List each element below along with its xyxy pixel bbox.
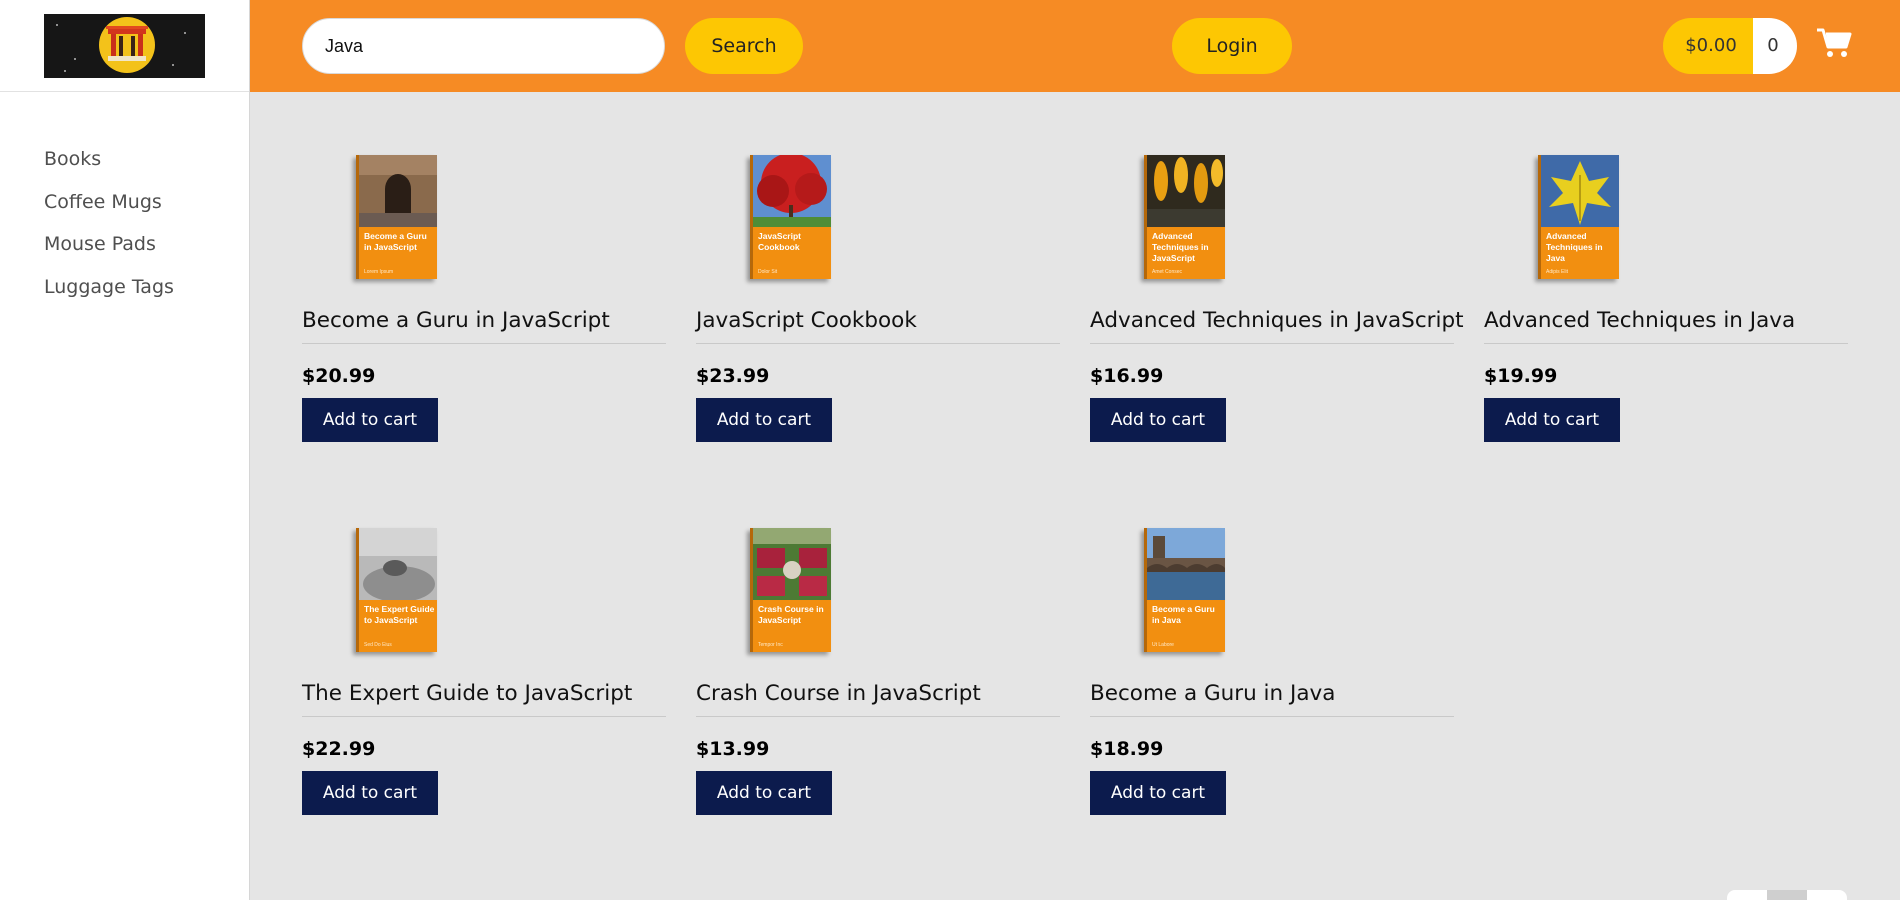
- product-price: $18.99: [1090, 738, 1164, 760]
- shopping-cart-icon[interactable]: [1816, 27, 1852, 59]
- logo-area: [0, 0, 249, 92]
- add-to-cart-button[interactable]: Add to cart: [302, 771, 438, 815]
- add-to-cart-button[interactable]: Add to cart: [1090, 398, 1226, 442]
- product-price: $23.99: [696, 365, 770, 387]
- search-input[interactable]: [302, 18, 665, 74]
- star-decoration: [172, 64, 174, 66]
- cover-author: Lorem Ipsum: [364, 269, 394, 275]
- cover-author: Adipis Elit: [1546, 269, 1568, 275]
- cover-author: Sed Do Eius: [364, 642, 392, 648]
- add-to-cart-button[interactable]: Add to cart: [1484, 398, 1620, 442]
- cover-photo-stone-statue: [359, 528, 437, 600]
- product-title[interactable]: JavaScript Cookbook: [696, 308, 1060, 344]
- product-price: $22.99: [302, 738, 376, 760]
- cover-photo-maple-leaf: [1541, 155, 1619, 227]
- cover-photo-red-tree: [753, 155, 831, 227]
- book-cover[interactable]: Advanced Techniques in JavaScript Amet C…: [1144, 155, 1225, 279]
- cover-photo-garden: [753, 528, 831, 600]
- add-to-cart-button[interactable]: Add to cart: [696, 398, 832, 442]
- cover-title: Advanced Techniques in Java: [1546, 231, 1603, 263]
- product-title[interactable]: Become a Guru in Java: [1090, 681, 1454, 717]
- book-cover[interactable]: JavaScript Cookbook Dolor Sit: [750, 155, 831, 279]
- logo-gate-icon: [106, 26, 148, 61]
- product-title[interactable]: Crash Course in JavaScript: [696, 681, 1060, 717]
- book-cover[interactable]: Crash Course in JavaScript Tempor Inc: [750, 528, 831, 652]
- product-title[interactable]: Advanced Techniques in JavaScript: [1090, 308, 1464, 344]
- cover-title: Become a Guru in JavaScript: [364, 231, 427, 252]
- search-button[interactable]: Search: [685, 18, 803, 74]
- product-title[interactable]: Become a Guru in JavaScript: [302, 308, 666, 344]
- cart-count: 0: [1753, 18, 1797, 74]
- star-decoration: [184, 32, 186, 34]
- cover-title: Become a Guru in Java: [1152, 604, 1215, 625]
- nav-item-mouse-pads[interactable]: Mouse Pads: [44, 230, 174, 273]
- login-button[interactable]: Login: [1172, 18, 1292, 74]
- star-decoration: [64, 70, 66, 72]
- nav-item-coffee-mugs[interactable]: Coffee Mugs: [44, 188, 174, 231]
- cart-summary[interactable]: $0.00 0: [1663, 18, 1797, 74]
- add-to-cart-button[interactable]: Add to cart: [1090, 771, 1226, 815]
- star-decoration: [56, 24, 58, 26]
- pagination-current-page[interactable]: [1767, 890, 1807, 900]
- cover-title: Crash Course in JavaScript: [758, 604, 824, 625]
- cover-title: Advanced Techniques in JavaScript: [1152, 231, 1209, 263]
- cover-photo-yellow-flowers: [1147, 155, 1225, 227]
- add-to-cart-button[interactable]: Add to cart: [696, 771, 832, 815]
- cart-total: $0.00: [1663, 18, 1753, 74]
- product-price: $13.99: [696, 738, 770, 760]
- category-nav: Books Coffee Mugs Mouse Pads Luggage Tag…: [44, 145, 174, 315]
- book-cover[interactable]: Become a Guru in Java Ut Labore: [1144, 528, 1225, 652]
- cover-photo-doorway: [359, 155, 437, 227]
- nav-item-books[interactable]: Books: [44, 145, 174, 188]
- product-price: $16.99: [1090, 365, 1164, 387]
- product-title[interactable]: Advanced Techniques in Java: [1484, 308, 1848, 344]
- cover-author: Tempor Inc: [758, 642, 783, 648]
- sidebar: Books Coffee Mugs Mouse Pads Luggage Tag…: [0, 0, 250, 900]
- cover-title: JavaScript Cookbook: [758, 231, 801, 252]
- book-cover[interactable]: Advanced Techniques in Java Adipis Elit: [1538, 155, 1619, 279]
- site-logo[interactable]: [44, 14, 205, 78]
- cover-title: The Expert Guide to JavaScript: [364, 604, 435, 625]
- product-title[interactable]: The Expert Guide to JavaScript: [302, 681, 666, 717]
- product-price: $19.99: [1484, 365, 1558, 387]
- cover-author: Amet Consec: [1152, 269, 1183, 275]
- nav-item-luggage-tags[interactable]: Luggage Tags: [44, 273, 174, 316]
- star-decoration: [74, 58, 76, 60]
- top-header: Search Login $0.00 0: [250, 0, 1900, 92]
- product-price: $20.99: [302, 365, 376, 387]
- book-cover[interactable]: The Expert Guide to JavaScript Sed Do Ei…: [356, 528, 437, 652]
- cover-author: Dolor Sit: [758, 269, 778, 275]
- cover-photo-bridge: [1147, 528, 1225, 600]
- book-cover[interactable]: Become a Guru in JavaScript Lorem Ipsum: [356, 155, 437, 279]
- cover-author: Ut Labore: [1152, 642, 1174, 648]
- add-to-cart-button[interactable]: Add to cart: [302, 398, 438, 442]
